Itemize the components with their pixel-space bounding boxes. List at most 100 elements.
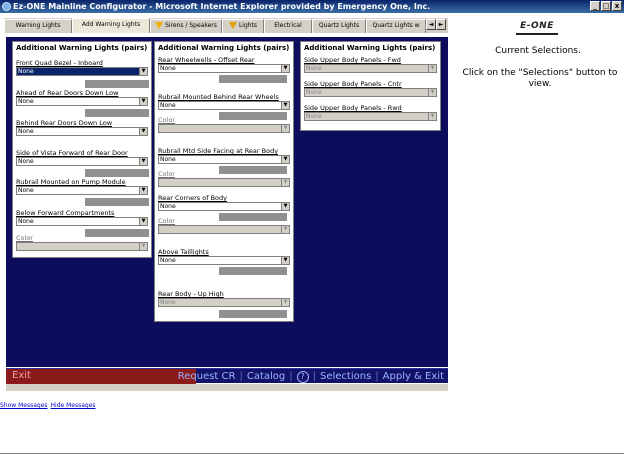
field-rubrail-side-facing: Rubrail Mtd Side Facing at Rear Body Non… [158,147,290,164]
window-controls: _ □ x [590,1,622,11]
request-cr-link[interactable]: Request CR [178,371,236,382]
rear-body-up-high-select[interactable]: None ▼ [158,298,290,307]
rubrail-pump-module-select[interactable]: None ▼ [16,186,148,195]
field-label: Color [158,170,175,178]
status-bar [85,169,149,177]
field-color-2: Color ▼ [158,170,290,187]
tab-warning-lights[interactable]: Warning Lights [4,19,72,33]
exit-button[interactable]: Exit [6,369,196,384]
window-title: Ez-ONE Mainline Configurator - Microsoft… [13,2,431,11]
ahead-rear-doors-select[interactable]: None ▼ [16,97,148,106]
field-label: Rear Corners of Body [158,194,228,202]
select-value: None [160,65,176,72]
field-side-upper-cntr: Side Upper Body Panels - Cntr None ▼ [304,80,437,97]
field-label: Behind Rear Doors Down Low [16,119,113,127]
chevron-down-icon: ▼ [281,299,289,306]
tab-electrical[interactable]: Electrical [264,19,312,33]
panel-right: Additional Warning Lights (pairs) Side U… [300,41,441,131]
chevron-down-icon: ▼ [281,257,289,264]
tab-scroll-right-button[interactable]: ► [436,19,446,30]
tab-label: Quartz Lights [318,22,360,29]
selections-hint: Click on the "Selections" button to view… [462,68,618,89]
tab-label: Quartz Lights w [372,22,420,29]
side-upper-rwd-select[interactable]: None ▼ [304,112,437,121]
chevron-down-icon: ▼ [281,102,289,109]
behind-rear-doors-select[interactable]: None ▼ [16,127,148,136]
field-color-1: Color ▼ [158,116,290,133]
rear-corners-select[interactable]: None ▼ [158,202,290,211]
above-taillights-select[interactable]: None ▼ [158,256,290,265]
below-forward-compartments-select[interactable]: None ▼ [16,217,148,226]
tab-lights[interactable]: Lights [222,19,264,33]
field-label: Color [16,234,33,242]
tab-add-warning-lights[interactable]: Add Warning Lights [72,18,150,33]
chevron-down-icon: ▼ [428,89,436,96]
field-rear-body-up-high: Rear Body - Up High None ▼ [158,290,290,307]
help-icon[interactable]: ? [296,371,309,383]
side-upper-cntr-select[interactable]: None ▼ [304,88,437,97]
field-above-taillights: Above Taillights None ▼ [158,248,290,265]
catalog-link[interactable]: Catalog [247,371,285,382]
field-below-forward-compartments: Below Forward Compartments None ▼ [16,209,148,226]
status-bar [219,267,287,275]
chevron-down-icon: ▼ [428,113,436,120]
show-messages-link[interactable]: Show Messages [0,402,48,409]
field-label: Front Quad Bezel - Inboard [16,59,103,67]
messages-links: Show Messages Hide Messages [0,402,99,409]
configurator-main: Additional Warning Lights (pairs) Front … [6,37,448,367]
footer-strip [6,384,448,391]
status-bar [219,310,287,318]
field-label: Side Upper Body Panels - Rwd [304,104,402,112]
tab-quartz-lights-w[interactable]: Quartz Lights w [366,19,426,33]
rear-wheelwells-select[interactable]: None ▼ [158,64,290,73]
field-label: Side Upper Body Panels - Fwd [304,56,401,64]
selections-link[interactable]: Selections [320,371,371,382]
tab-quartz-lights[interactable]: Quartz Lights [312,19,366,33]
tab-label: Warning Lights [15,22,61,29]
side-of-vista-select[interactable]: None ▼ [16,157,148,166]
rubrail-behind-rear-wheels-select[interactable]: None ▼ [158,101,290,110]
browser-content: Warning Lights Add Warning Lights Sirens… [0,13,624,454]
tab-scroll-left-button[interactable]: ◄ [426,19,436,30]
chevron-down-icon: ▼ [139,243,147,250]
side-upper-fwd-select[interactable]: None ▼ [304,64,437,73]
chevron-down-icon: ▼ [428,65,436,72]
front-quad-bezel-select[interactable]: None ▼ [16,67,148,76]
select-value: None [18,128,34,135]
color-select[interactable]: ▼ [158,225,290,234]
field-label: Side Upper Body Panels - Cntr [304,80,402,88]
status-bar [85,80,149,88]
field-rear-corners: Rear Corners of Body None ▼ [158,194,290,211]
tab-label: Sirens / Speakers [165,22,217,29]
field-label: Rubrail Mounted on Pump Module [16,178,126,186]
select-value: None [160,102,176,109]
maximize-button[interactable]: □ [601,1,611,11]
tab-sirens-speakers[interactable]: Sirens / Speakers [150,19,222,33]
current-selections-title: Current Selections. [495,46,581,56]
rubrail-side-facing-select[interactable]: None ▼ [158,155,290,164]
select-value: None [160,299,176,306]
color-select[interactable]: ▼ [158,124,290,133]
field-label: Side of Vista Forward of Rear Door [16,149,128,157]
field-rear-wheelwells: Rear Wheelwells - Offset Rear None ▼ [158,56,290,73]
hide-messages-link[interactable]: Hide Messages [51,402,96,409]
tab-label: Electrical [274,22,302,29]
field-label: Color [158,116,175,124]
field-side-of-vista: Side of Vista Forward of Rear Door None ▼ [16,149,148,166]
field-front-quad-bezel: Front Quad Bezel - Inboard None ▼ [16,59,148,76]
apply-exit-link[interactable]: Apply & Exit [383,371,444,382]
select-value: None [160,156,176,163]
warning-icon [155,22,164,29]
close-button[interactable]: x [612,1,622,11]
chevron-left-icon: ◄ [428,21,434,28]
color-select[interactable]: ▼ [16,242,148,251]
field-label: Rubrail Mtd Side Facing at Rear Body [158,147,279,155]
minimize-button[interactable]: _ [590,1,600,11]
tab-label: Add Warning Lights [81,21,141,28]
selections-sidebar: E-ONE Current Selections. Click on the "… [452,13,624,383]
select-value: None [306,113,322,120]
status-bar [85,109,149,117]
chevron-down-icon: ▼ [281,65,289,72]
footer-bar: Exit Request CR | Catalog |? | Selections | App… [6,368,448,384]
color-select[interactable]: ▼ [158,178,290,187]
